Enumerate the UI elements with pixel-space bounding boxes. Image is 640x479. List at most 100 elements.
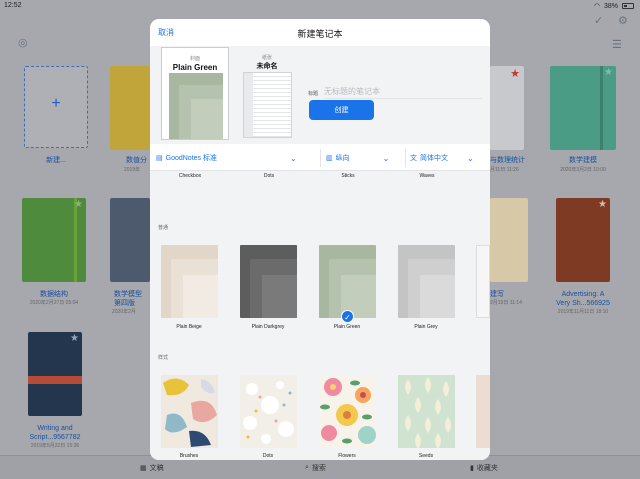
notebook-date: 2020年2月27日 05:04	[29, 300, 79, 306]
notebook-tile[interactable]: ★	[490, 66, 524, 150]
new-notebook-tile[interactable]: +	[24, 66, 88, 148]
selected-check-icon: ✓	[341, 310, 354, 323]
notebook-date: 2019年11月11日 18:10	[557, 309, 609, 315]
cover-caption: 封面	[189, 56, 200, 62]
new-notebook-dialog: 取消 新建笔记本 封面 Plain Green 纸张 未命名 标题 创建 ▤ G…	[150, 19, 490, 460]
chevron-down-icon: ⌄	[467, 153, 474, 163]
notebook-date: 2019年5月22日 15:36	[30, 443, 80, 449]
paper-name: 未命名	[256, 63, 278, 70]
cover-label: Brushes	[179, 453, 199, 459]
grid-icon: ▦	[140, 465, 147, 472]
cover-label: Plain Darkgrey	[251, 324, 285, 330]
sync-icon[interactable]: ✓	[594, 14, 603, 27]
orientation-icon: ▥	[326, 155, 333, 162]
flowers-pattern	[319, 375, 376, 448]
tab-favorites[interactable]: ▮ 收藏夹	[470, 463, 498, 473]
title-label: 标题	[308, 91, 319, 97]
cover-grid: Checkbox Dots Sticks Waves 普通 Plain Beig…	[150, 171, 490, 460]
battery-text: 38%	[603, 2, 618, 10]
notebook-tile[interactable]	[110, 198, 150, 282]
cover-option-partial[interactable]	[476, 375, 490, 448]
settings-icon[interactable]: ⚙	[618, 14, 628, 27]
notebook-label-2: Very Sh...566925	[556, 300, 610, 307]
notebook-tile[interactable]	[490, 198, 528, 282]
notebook-label-2: 第四版	[114, 300, 135, 307]
tab-search-label: 搜索	[311, 465, 326, 472]
cover-name: Plain Green	[172, 63, 218, 72]
notebook-date: 月11日 11:26	[490, 167, 519, 173]
tab-documents[interactable]: ▦ 文稿	[140, 463, 164, 473]
translate-icon: 文	[410, 155, 417, 162]
paper-caption: 纸张	[261, 55, 272, 61]
cover-label: Plain Green	[333, 324, 361, 330]
tab-documents-label: 文稿	[149, 465, 164, 472]
notebook-date: 2020年2月	[112, 309, 136, 315]
notebook-label: Advertising: A	[561, 291, 605, 298]
cover-option-flowers[interactable]	[319, 375, 376, 448]
document-icon: ▤	[156, 155, 163, 162]
wifi-icon: ◠	[593, 3, 600, 10]
paper-image	[243, 72, 292, 138]
cover-option[interactable]	[161, 245, 218, 318]
notebook-tile[interactable]: ★	[28, 332, 82, 416]
cover-label: Plain Grey	[414, 324, 438, 330]
template-set-label: GoodNotes 标准	[165, 155, 217, 162]
cover-label: Waves	[419, 173, 435, 179]
status-time: 12:52	[4, 2, 22, 9]
notebook-date: 2月19日 11:14	[490, 300, 522, 306]
section-plain-label: 普通	[158, 225, 169, 231]
notebook-date: 2020年3月2日 10:00	[560, 167, 606, 173]
cover-label: Plain Beige	[176, 324, 202, 330]
notebook-tile[interactable]: ★	[556, 198, 610, 282]
tab-favorites-label: 收藏夹	[476, 465, 498, 472]
orientation-dropdown[interactable]: ▥ 纵向 ⌄	[326, 151, 389, 165]
star-icon: ★	[598, 199, 607, 210]
cover-option[interactable]	[398, 245, 455, 318]
star-icon: ★	[70, 333, 79, 344]
template-set-dropdown[interactable]: ▤ GoodNotes 标准 ⌄	[156, 151, 297, 165]
account-icon[interactable]: ◎	[18, 36, 28, 49]
language-dropdown[interactable]: 文 简体中文 ⌄	[410, 151, 474, 165]
cover-option-dots[interactable]	[240, 375, 297, 448]
cover-option-seeds[interactable]	[398, 375, 455, 448]
star-icon: ★	[510, 68, 520, 80]
language-label: 简体中文	[420, 155, 448, 162]
create-button[interactable]: 创建	[309, 100, 374, 120]
cover-preview[interactable]: 封面 Plain Green	[161, 47, 229, 140]
cover-label: Dots	[262, 453, 274, 459]
cover-image	[169, 73, 223, 139]
tab-search[interactable]: ⌕ 搜索	[305, 463, 326, 473]
seeds-pattern	[398, 375, 455, 448]
cover-label: Flowers	[338, 453, 356, 459]
title-input[interactable]	[324, 85, 482, 99]
bookmark-icon: ▮	[470, 465, 474, 472]
chevron-down-icon: ⌄	[289, 153, 297, 163]
notebook-label: Writing and	[37, 425, 73, 432]
notebook-label-2: Script...9567782	[29, 434, 81, 441]
new-label: 新建...	[46, 157, 66, 164]
notebook-tile[interactable]: ★	[550, 66, 616, 150]
dialog-title: 新建笔记本	[297, 29, 343, 39]
notebook-label: 数学建模	[569, 157, 597, 164]
orientation-label: 纵向	[335, 155, 350, 162]
paper-preview[interactable]: 纸张 未命名	[242, 55, 292, 140]
plus-icon: +	[51, 95, 61, 112]
notebook-label: 与数理统计	[490, 157, 525, 164]
section-styles-label: 样式	[158, 355, 169, 361]
cover-label: Sticks	[341, 173, 355, 179]
list-view-icon[interactable]: ☰	[612, 38, 622, 51]
cover-option-partial[interactable]	[476, 245, 490, 318]
notebook-label: 数学模型	[114, 291, 142, 298]
cover-option[interactable]	[240, 245, 297, 318]
brushes-pattern	[161, 375, 218, 448]
notebook-tile[interactable]	[110, 66, 150, 150]
notebook-tile[interactable]: ★	[22, 198, 86, 282]
status-bar: 12:52 ◠ 38%	[0, 0, 640, 12]
cover-option[interactable]	[319, 245, 376, 318]
cover-option-brushes[interactable]	[161, 375, 218, 448]
star-icon: ★	[604, 67, 613, 78]
notebook-label: 数据结构	[40, 291, 68, 298]
cover-label: Seeds	[418, 453, 434, 459]
cover-label: Dots	[263, 173, 275, 179]
template-toolbar: ▤ GoodNotes 标准 ⌄ ▥ 纵向 ⌄ 文 简体中文 ⌄	[150, 144, 490, 171]
